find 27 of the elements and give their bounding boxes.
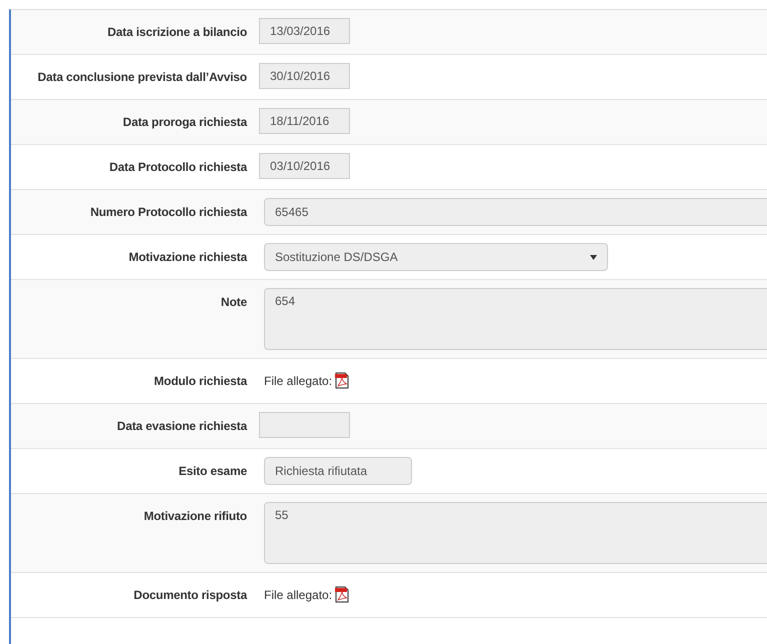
- date-field[interactable]: 30/10/2016: [259, 63, 350, 89]
- field-label: Data Protocollo richiesta: [108, 159, 247, 174]
- field-label: Motivazione richiesta: [128, 249, 247, 264]
- text-area[interactable]: 55: [264, 502, 767, 564]
- date-field[interactable]: [259, 412, 350, 438]
- field-label: Data evasione richiesta: [116, 418, 247, 433]
- caret-icon: [590, 254, 597, 260]
- input-field[interactable]: Richiesta rifiutata: [264, 457, 412, 485]
- field-label: Motivazione rifiuto: [142, 508, 247, 523]
- attachment-label: File allegato:: [264, 588, 332, 602]
- input-field[interactable]: 65465: [264, 198, 767, 226]
- field-label: Note: [220, 294, 247, 309]
- date-field[interactable]: 18/11/2016: [259, 108, 350, 134]
- field-label: Data proroga richiesta: [122, 114, 247, 129]
- date-field[interactable]: 03/10/2016: [259, 153, 350, 179]
- field-label: Modulo richiesta: [153, 373, 247, 388]
- field-label: Data conclusione prevista dall’Avviso: [36, 69, 247, 84]
- attachment-label: File allegato:: [264, 374, 332, 388]
- pdf-file-icon[interactable]: [335, 372, 350, 389]
- text-area[interactable]: 654: [264, 288, 767, 350]
- field-label: Documento risposta: [132, 587, 247, 602]
- select-field[interactable]: Sostituzione DS/DSGA: [264, 243, 608, 271]
- field-label: Data iscrizione a bilancio: [106, 24, 247, 39]
- field-label: Numero Protocollo richiesta: [89, 204, 247, 219]
- date-field[interactable]: 13/03/2016: [259, 18, 350, 44]
- field-label: Esito esame: [178, 463, 247, 478]
- pdf-file-icon[interactable]: [335, 586, 350, 603]
